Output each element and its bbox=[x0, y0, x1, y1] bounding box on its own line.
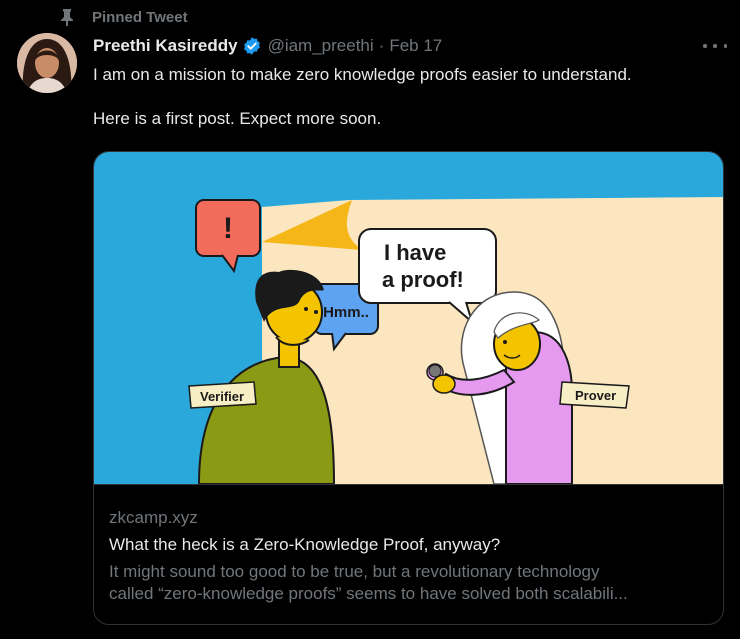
card-description: It might sound too good to be true, but … bbox=[109, 561, 709, 605]
pin-icon bbox=[58, 8, 76, 26]
tweet-text: I am on a mission to make zero knowledge… bbox=[93, 64, 723, 130]
tweet-date[interactable]: Feb 17 bbox=[389, 36, 442, 56]
card-description-line-2: called “zero-knowledge proofs” seems to … bbox=[109, 584, 628, 603]
proof-bubble-line-1: I have bbox=[384, 240, 446, 265]
prover-tag: Prover bbox=[575, 388, 616, 403]
avatar[interactable] bbox=[17, 33, 77, 93]
pinned-label: Pinned Tweet bbox=[92, 8, 188, 26]
hmm-bubble-text: Hmm.. bbox=[323, 304, 369, 321]
card-illustration[interactable]: ! Hmm.. I have a proof! Verifier Prover bbox=[94, 152, 723, 485]
proof-bubble-line-2: a proof! bbox=[382, 267, 464, 292]
card-description-line-1: It might sound too good to be true, but … bbox=[109, 562, 600, 581]
tweet-text-line-1: I am on a mission to make zero knowledge… bbox=[93, 65, 632, 84]
card-meta[interactable]: zkcamp.xyz What the heck is a Zero-Knowl… bbox=[94, 484, 723, 603]
alert-bubble-text: ! bbox=[223, 212, 233, 245]
tweet-header: Preethi Kasireddy @iam_preethi · Feb 17 bbox=[93, 35, 442, 57]
tweet-text-line-2: Here is a first post. Expect more soon. bbox=[93, 109, 382, 128]
link-preview-card[interactable]: ! Hmm.. I have a proof! Verifier Prover … bbox=[93, 151, 724, 625]
verified-badge-icon[interactable] bbox=[242, 36, 262, 56]
author-name[interactable]: Preethi Kasireddy bbox=[93, 36, 238, 56]
more-dots-icon[interactable] bbox=[703, 38, 727, 54]
card-title[interactable]: What the heck is a Zero-Knowledge Proof,… bbox=[109, 535, 500, 555]
separator-dot: · bbox=[378, 36, 385, 55]
card-domain[interactable]: zkcamp.xyz bbox=[109, 508, 198, 528]
pinned-indicator: Pinned Tweet bbox=[58, 7, 188, 27]
verifier-tag: Verifier bbox=[200, 389, 244, 404]
author-handle[interactable]: @iam_preethi bbox=[268, 36, 374, 56]
